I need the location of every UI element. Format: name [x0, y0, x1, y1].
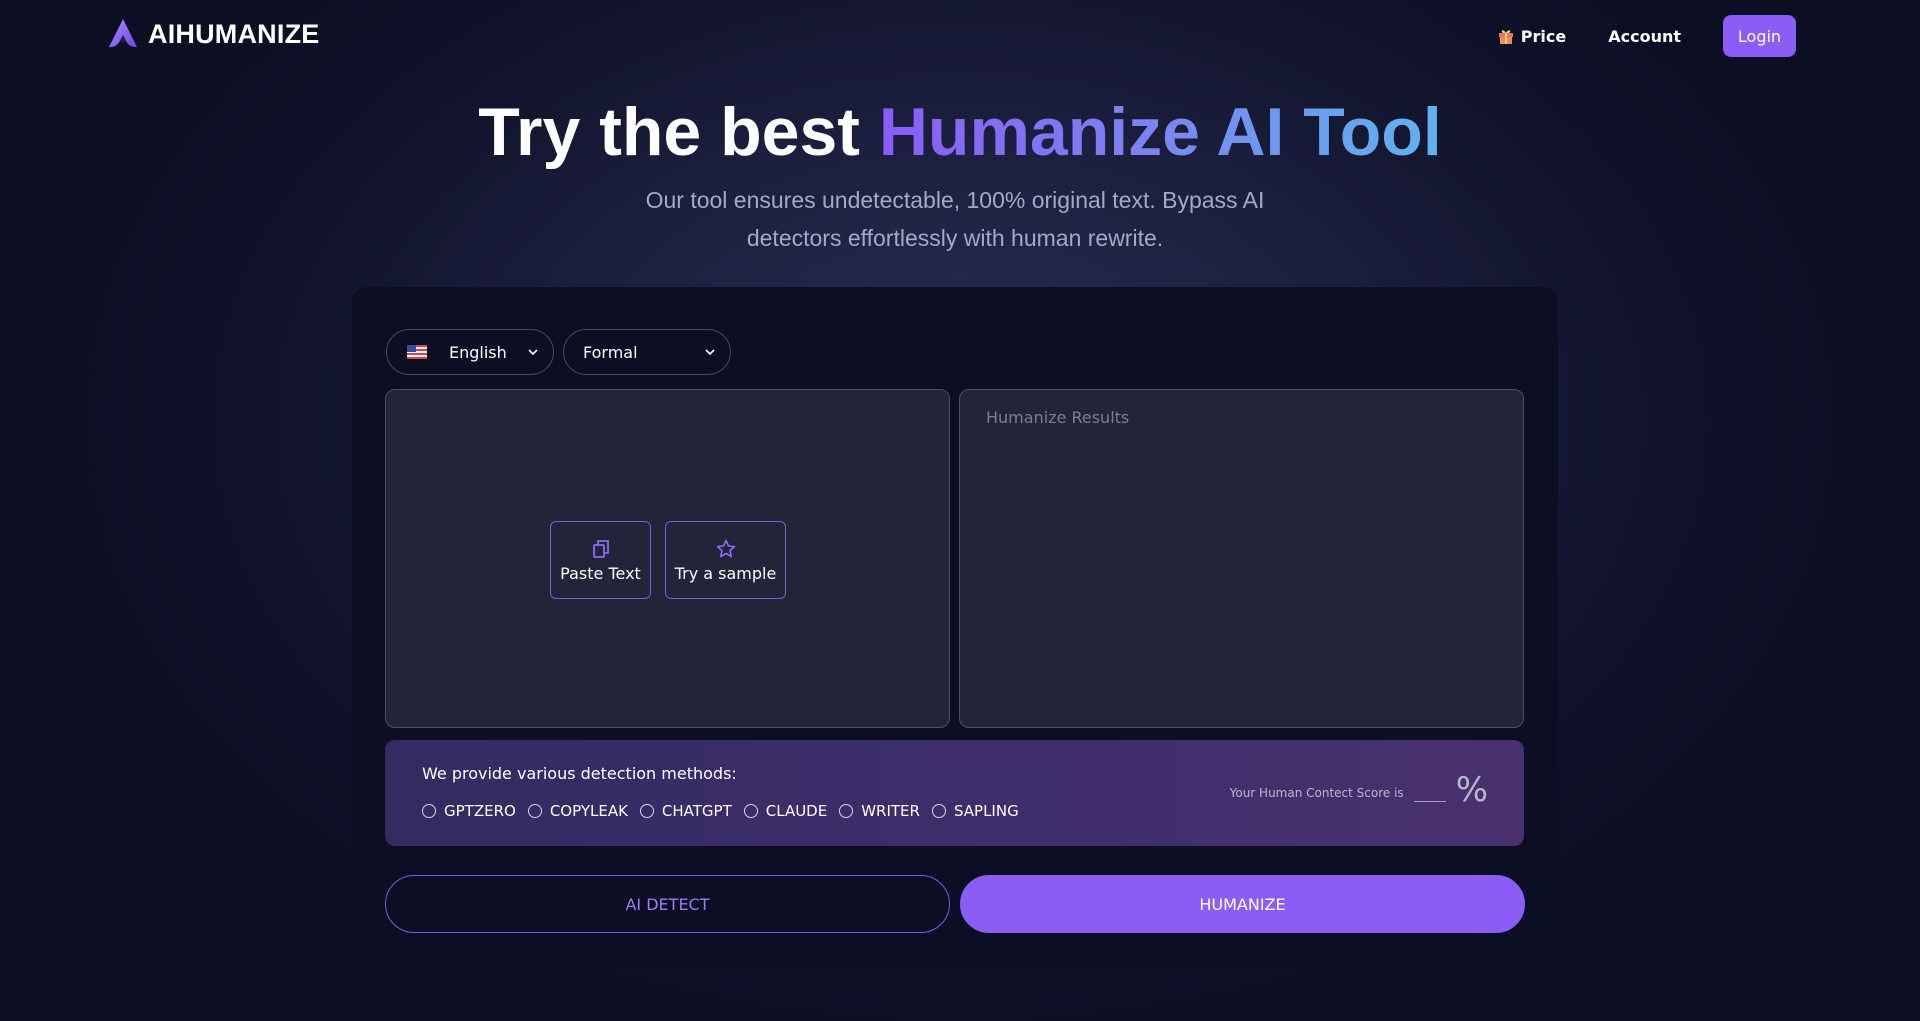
nav-account[interactable]: Account [1608, 27, 1681, 46]
language-select[interactable]: English [386, 329, 554, 375]
method-copyleak[interactable]: COPYLEAK [527, 802, 628, 820]
tone-value: Formal [583, 342, 638, 362]
method-chatgpt[interactable]: CHATGPT [639, 802, 732, 820]
page-title: Try the best Humanize AI Tool [0, 92, 1920, 172]
copy-icon [592, 539, 609, 558]
radio-icon[interactable] [527, 804, 542, 818]
login-button[interactable]: Login [1723, 15, 1796, 57]
humanizer-card: English Formal Paste Text Try a sample H… [352, 287, 1558, 968]
score-label: Your Human Contect Score is [1229, 786, 1404, 800]
method-label: SAPLING [953, 802, 1019, 820]
us-flag-icon [407, 345, 427, 359]
chevron-down-icon [528, 349, 538, 356]
method-label: CLAUDE [765, 802, 828, 820]
input-textarea[interactable]: Paste Text Try a sample [385, 389, 950, 728]
title-accent: Humanize AI Tool [878, 94, 1442, 170]
title-plain: Try the best [478, 94, 879, 170]
top-header: AIHUMANIZE Price Account Login [0, 0, 1920, 74]
method-claude[interactable]: CLAUDE [743, 802, 828, 820]
top-nav: Price Account Login [1497, 15, 1796, 57]
method-label: COPYLEAK [549, 802, 628, 820]
radio-icon[interactable] [743, 804, 758, 818]
method-writer[interactable]: WRITER [839, 802, 920, 820]
radio-icon[interactable] [931, 804, 946, 818]
humanize-button[interactable]: HUMANIZE [960, 875, 1525, 933]
chevron-down-icon [705, 349, 715, 356]
brand-name: AIHUMANIZE [148, 18, 320, 49]
gift-icon [1498, 30, 1513, 44]
brand-logo[interactable]: AIHUMANIZE [106, 17, 320, 51]
nav-account-label: Account [1608, 26, 1681, 46]
output-placeholder: Humanize Results [986, 408, 1130, 427]
try-sample-label: Try a sample [674, 563, 777, 583]
method-label: CHATGPT [661, 802, 732, 820]
human-score: Your Human Contect Score is % [1230, 768, 1488, 810]
score-unit: % [1455, 770, 1488, 810]
nav-price[interactable]: Price [1497, 27, 1566, 46]
try-sample-button[interactable]: Try a sample [665, 521, 786, 599]
paste-text-button[interactable]: Paste Text [550, 521, 651, 599]
star-icon [716, 539, 735, 557]
logo-icon [109, 19, 137, 48]
ai-detect-button[interactable]: AI DETECT [385, 875, 950, 933]
detection-methods-bar: We provide various detection methods: GP… [385, 740, 1524, 846]
radio-icon[interactable] [839, 804, 854, 818]
language-value: English [449, 342, 507, 362]
method-gptzero[interactable]: GPTZERO [422, 802, 516, 820]
page-subtitle: Our tool ensures undetectable, 100% orig… [645, 187, 1265, 251]
radio-icon[interactable] [422, 804, 436, 818]
radio-icon[interactable] [639, 804, 654, 818]
method-label: GPTZERO [444, 802, 516, 820]
output-results[interactable]: Humanize Results [959, 389, 1524, 728]
method-label: WRITER [861, 802, 920, 820]
detection-method-list: GPTZERO COPYLEAK CHATGPT CLAUDE WRITER S… [422, 802, 1031, 820]
score-value [1413, 768, 1446, 802]
method-sapling[interactable]: SAPLING [931, 802, 1019, 820]
tone-select[interactable]: Formal [563, 329, 731, 375]
nav-price-label: Price [1520, 26, 1567, 46]
paste-text-label: Paste Text [560, 563, 641, 583]
detection-label: We provide various detection methods: [422, 764, 737, 783]
